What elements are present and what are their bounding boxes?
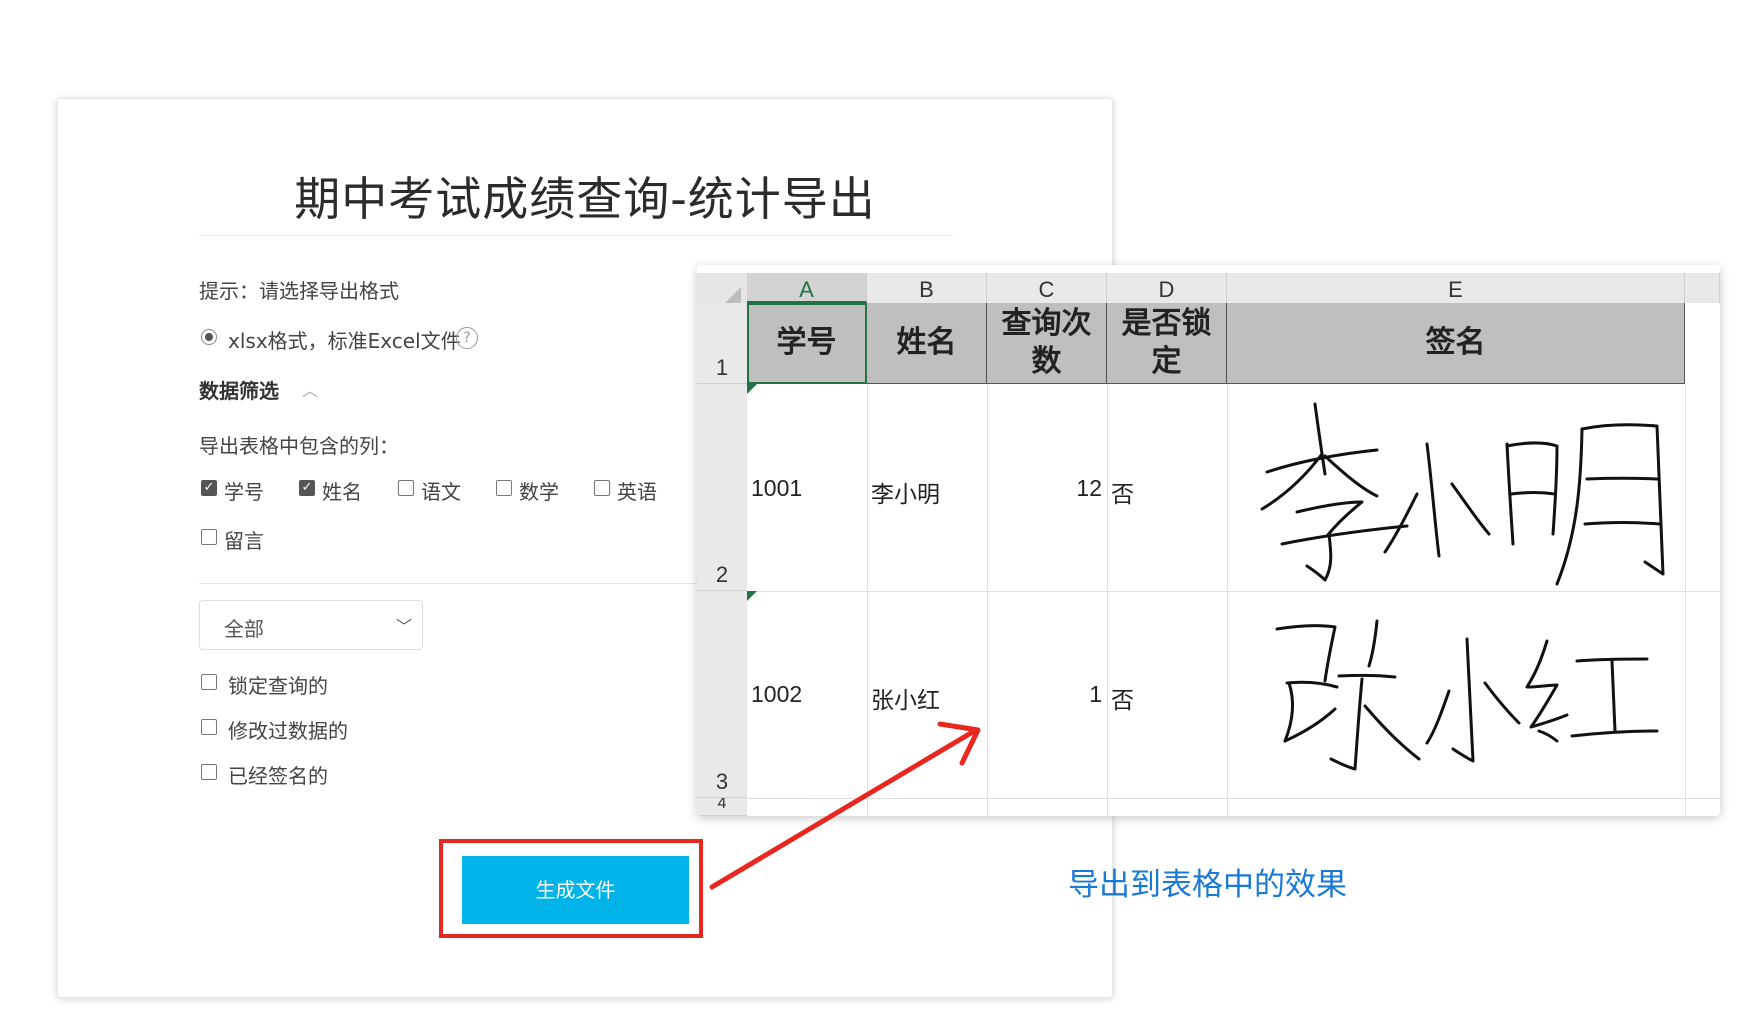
filter-checkbox-modified[interactable] [201,719,217,735]
header-cell-locked[interactable]: 是否锁定 [1107,303,1227,384]
grid-line [1107,384,1108,816]
filter-label-signed: 已经签名的 [228,764,328,788]
stage: 期中考试成绩查询-统计导出 提示：请选择导出格式 xlsx格式，标准Excel文… [0,0,1746,1030]
column-label-id: 学号 [224,480,264,504]
column-label-name: 姓名 [322,480,362,504]
column-label-math: 数学 [519,480,559,504]
filter-checkbox-locked[interactable] [201,674,217,690]
generate-file-button[interactable]: 生成文件 [462,856,689,924]
format-hint: 提示：请选择导出格式 [199,279,399,303]
column-header-d[interactable]: D [1107,273,1227,303]
filter-heading[interactable]: 数据筛选 [199,375,279,404]
chevron-up-icon[interactable]: ︿ [302,377,318,401]
grid-line [747,798,1720,799]
column-checkbox-message[interactable] [201,529,217,545]
section-divider [199,583,739,584]
filter-label-locked: 锁定查询的 [228,674,328,698]
column-checkbox-id[interactable]: ✓ [201,480,217,496]
header-cell-name[interactable]: 姓名 [867,303,987,384]
grid-line [987,384,988,816]
column-checkbox-name[interactable]: ✓ [299,480,315,496]
column-label-english: 英语 [617,480,657,504]
cell-flag [747,591,757,601]
column-checkbox-math[interactable] [496,480,512,496]
row-header-2[interactable]: 2 [697,384,747,591]
grid-line [867,384,868,816]
column-checkbox-english[interactable] [594,480,610,496]
scope-select-value: 全部 [224,617,264,641]
column-header-c[interactable]: C [987,273,1107,303]
page-title: 期中考试成绩查询-统计导出 [294,172,876,226]
scope-select[interactable]: 全部 ﹀ [199,600,423,650]
row-header-1[interactable]: 1 [697,303,747,384]
cell-name-1[interactable]: 李小明 [871,475,940,509]
column-header-b[interactable]: B [867,273,987,303]
result-caption: 导出到表格中的效果 [1068,867,1347,903]
grid-line [1685,384,1686,816]
row-header-3[interactable]: 3 [697,591,747,798]
column-label-message: 留言 [224,529,264,553]
signature-image-1 [1260,402,1665,586]
header-cell-signature[interactable]: 签名 [1227,303,1685,384]
help-icon[interactable]: ? [456,327,478,349]
column-label-chinese: 语文 [421,480,461,504]
cell-count-1[interactable]: 12 [987,475,1102,502]
column-header-e[interactable]: E [1227,273,1685,303]
header-cell-count[interactable]: 查询次数 [987,303,1107,384]
cell-locked-2[interactable]: 否 [1111,681,1134,715]
cell-id-1[interactable]: 1001 [751,475,802,502]
chevron-down-icon: ﹀ [395,617,412,636]
spreadsheet-preview: A B C D E 1 2 3 4 学号 姓名 查询次数 是否锁定 签名 100… [697,265,1720,816]
columns-label: 导出表格中包含的列： [199,434,399,458]
cell-locked-1[interactable]: 否 [1111,475,1134,509]
header-cell-id[interactable]: 学号 [747,303,867,384]
cell-count-2[interactable]: 1 [987,681,1102,708]
select-all-corner[interactable] [697,273,748,307]
row-header-4[interactable]: 4 [697,798,747,816]
title-divider [199,235,953,236]
column-checkbox-chinese[interactable] [398,480,414,496]
signature-image-2 [1275,619,1659,771]
xlsx-radio-label: xlsx格式，标准Excel文件 [228,329,461,353]
filter-checkbox-signed[interactable] [201,764,217,780]
column-header-f[interactable] [1685,273,1720,303]
cell-id-2[interactable]: 1002 [751,681,802,708]
cell-name-2[interactable]: 张小红 [871,681,940,715]
cell-flag [747,384,757,394]
column-header-a[interactable]: A [747,273,867,303]
filter-label-modified: 修改过数据的 [228,719,348,743]
xlsx-radio[interactable] [201,329,217,345]
